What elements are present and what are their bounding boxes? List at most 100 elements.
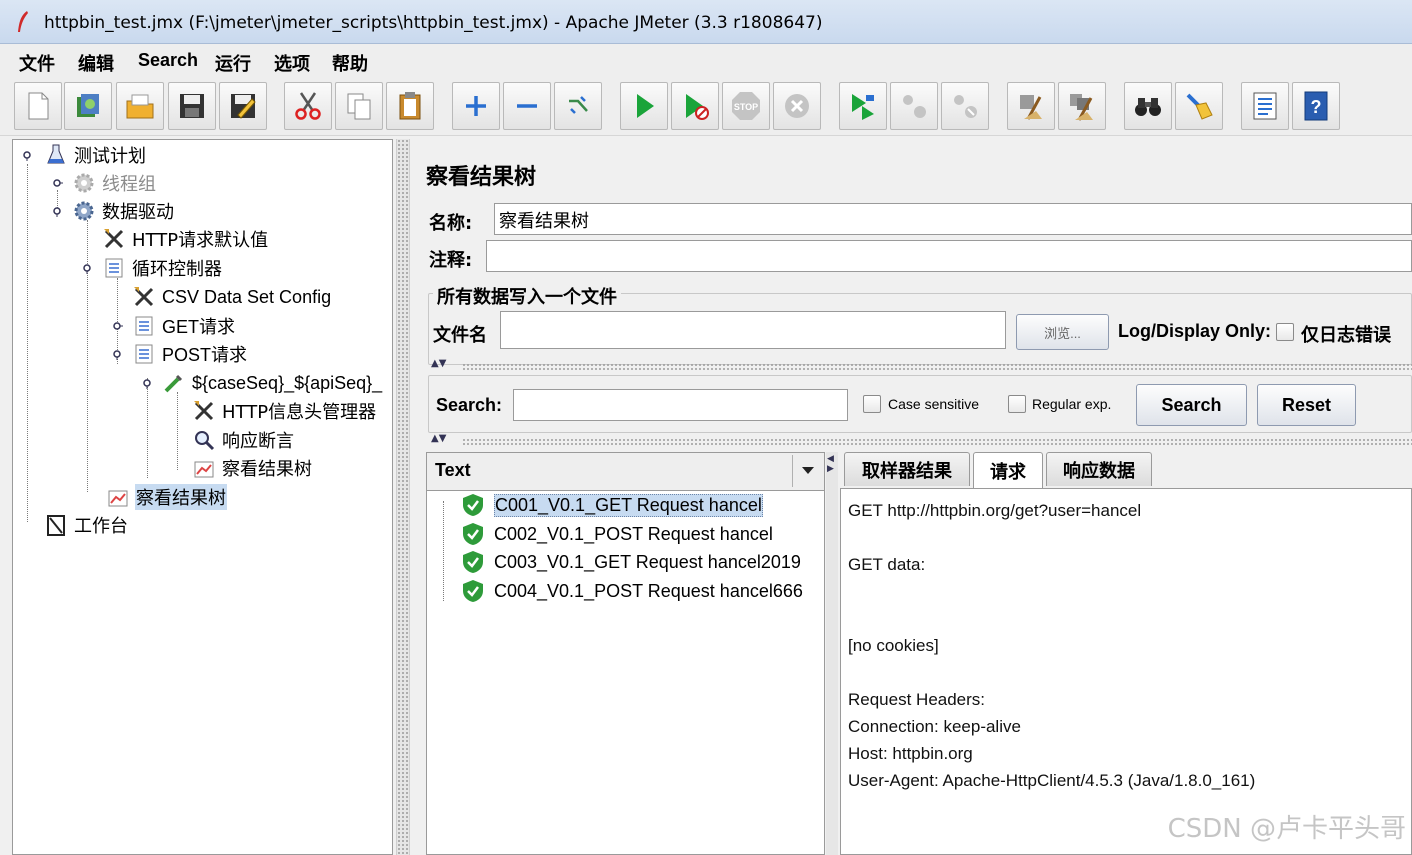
menu-options[interactable]: 选项 — [274, 50, 310, 76]
case-sensitive-label: Case sensitive — [888, 396, 980, 412]
tree-item-csv-data-set[interactable]: CSV Data Set Config — [131, 284, 332, 310]
tab-sampler-result[interactable]: 取样器结果 — [844, 452, 970, 486]
collapse-arrows-icon[interactable]: ▲▼ — [431, 434, 446, 444]
search-button[interactable]: Search — [1136, 384, 1247, 426]
save-as-icon — [231, 94, 256, 119]
toggle-button[interactable] — [554, 82, 602, 130]
cut-button[interactable] — [284, 82, 332, 130]
clear-button[interactable] — [1007, 82, 1055, 130]
expand-handle-icon[interactable] — [21, 149, 33, 161]
paste-icon — [399, 92, 421, 120]
tree-item-response-assertion[interactable]: 响应断言 — [191, 427, 295, 453]
search-tree-button[interactable] — [1124, 82, 1172, 130]
save-button[interactable] — [168, 82, 216, 130]
remote-start-icon — [852, 94, 874, 120]
result-item[interactable]: C001_V0.1_GET Request hancel — [462, 491, 763, 519]
panel-title: 察看结果树 — [426, 164, 537, 190]
results-splitter[interactable]: ◀ ▶ — [826, 452, 838, 855]
tree-item-workbench[interactable]: 工作台 — [43, 512, 129, 538]
clear-all-icon — [1070, 94, 1093, 121]
copy-icon — [347, 93, 371, 120]
tree-item-http-defaults[interactable]: HTTP请求默认值 — [101, 226, 269, 252]
expand-handle-icon[interactable] — [111, 320, 123, 332]
copy-button[interactable] — [335, 82, 383, 130]
request-detail[interactable]: GET http://httpbin.org/get?user=hancel G… — [840, 488, 1412, 855]
comment-field[interactable] — [486, 240, 1412, 272]
expand-handle-icon[interactable] — [111, 348, 123, 360]
chevron-down-icon[interactable] — [792, 455, 822, 487]
expand-handle-icon[interactable] — [81, 262, 93, 274]
errors-only-checkbox[interactable] — [1276, 323, 1294, 341]
renderer-select[interactable]: Text — [427, 453, 824, 491]
file-group-title: 所有数据写入一个文件 — [433, 283, 621, 309]
divider-handle[interactable] — [462, 438, 1412, 446]
result-item[interactable]: C003_V0.1_GET Request hancel2019 — [462, 548, 801, 576]
save-icon — [180, 94, 204, 118]
paste-button[interactable] — [386, 82, 434, 130]
result-item[interactable]: C004_V0.1_POST Request hancel666 — [462, 577, 803, 605]
expand-all-button[interactable] — [452, 82, 500, 130]
success-shield-icon — [463, 551, 483, 573]
tree-item-loop-controller[interactable]: 循环控制器 — [81, 255, 223, 281]
watermark: CSDN @卢卡平头哥 — [1167, 814, 1406, 844]
sampler-icon — [131, 313, 157, 339]
case-sensitive-checkbox[interactable] — [863, 395, 881, 413]
tree-item-post-request[interactable]: POST请求 — [111, 341, 248, 367]
tree-item-header-manager[interactable]: HTTP信息头管理器 — [191, 398, 377, 424]
tree-item-data-driven[interactable]: 数据驱动 — [51, 198, 175, 224]
success-shield-icon — [463, 494, 483, 516]
stop-icon: STOP — [732, 92, 760, 120]
tree-item-view-results-tree[interactable]: 察看结果树 — [105, 484, 227, 510]
start-no-pause-button[interactable] — [671, 82, 719, 130]
tree-item-view-results-inner[interactable]: 察看结果树 — [191, 455, 313, 481]
shutdown-button[interactable] — [773, 82, 821, 130]
result-item[interactable]: C002_V0.1_POST Request hancel — [462, 520, 773, 548]
start-button[interactable] — [620, 82, 668, 130]
open-button[interactable] — [116, 82, 164, 130]
remote-shutdown-button[interactable] — [941, 82, 989, 130]
controller-icon — [101, 255, 127, 281]
menu-edit[interactable]: 编辑 — [78, 50, 114, 76]
menu-help[interactable]: 帮助 — [332, 50, 368, 76]
help-button[interactable]: ? — [1292, 82, 1340, 130]
menu-run[interactable]: 运行 — [215, 50, 251, 76]
stop-button[interactable]: STOP — [722, 82, 770, 130]
reset-search-button[interactable] — [1175, 82, 1223, 130]
main-splitter[interactable] — [396, 139, 410, 855]
clear-all-button[interactable] — [1058, 82, 1106, 130]
filename-field[interactable] — [500, 311, 1006, 349]
result-tabs: 取样器结果 请求 响应数据 — [842, 452, 1412, 488]
expand-handle-icon[interactable] — [51, 205, 63, 217]
remote-stop-button[interactable] — [890, 82, 938, 130]
reset-button[interactable]: Reset — [1257, 384, 1356, 426]
search-input[interactable] — [513, 389, 848, 421]
collapse-all-button[interactable] — [503, 82, 551, 130]
browse-button[interactable]: 浏览... — [1016, 314, 1109, 350]
regular-exp-checkbox[interactable] — [1008, 395, 1026, 413]
tab-request[interactable]: 请求 — [973, 452, 1043, 488]
templates-button[interactable] — [64, 82, 112, 130]
comment-label: 注释: — [429, 250, 473, 271]
new-button[interactable] — [14, 82, 62, 130]
menu-file[interactable]: 文件 — [19, 50, 55, 76]
name-field[interactable]: 察看结果树 — [494, 203, 1412, 235]
detail-line: [no cookies] — [848, 636, 939, 655]
remote-stop-icon — [903, 95, 926, 118]
graph-icon — [105, 484, 131, 510]
tab-response-data[interactable]: 响应数据 — [1046, 452, 1152, 486]
menu-search[interactable]: Search — [138, 50, 198, 71]
save-as-button[interactable] — [219, 82, 267, 130]
divider-handle[interactable] — [462, 363, 1412, 371]
tools-icon — [101, 226, 127, 252]
expand-handle-icon[interactable] — [141, 377, 153, 389]
collapse-arrows-icon[interactable]: ▲▼ — [431, 359, 446, 369]
start-icon — [637, 94, 654, 118]
tree-item-get-request[interactable]: GET请求 — [111, 313, 236, 339]
tree-item-http-sampler[interactable]: ${caseSeq}_${apiSeq}_ — [141, 370, 383, 396]
tree-item-thread-group[interactable]: 线程组 — [51, 170, 157, 196]
remote-start-button[interactable] — [839, 82, 887, 130]
test-plan-tree: 测试计划 线程组 数据驱动 HTTP请求默认值 循环控制器 CSV Data S… — [12, 139, 393, 855]
tree-item-test-plan[interactable]: 测试计划 — [21, 142, 147, 168]
expand-handle-icon[interactable] — [51, 177, 63, 189]
function-helper-button[interactable] — [1241, 82, 1289, 130]
